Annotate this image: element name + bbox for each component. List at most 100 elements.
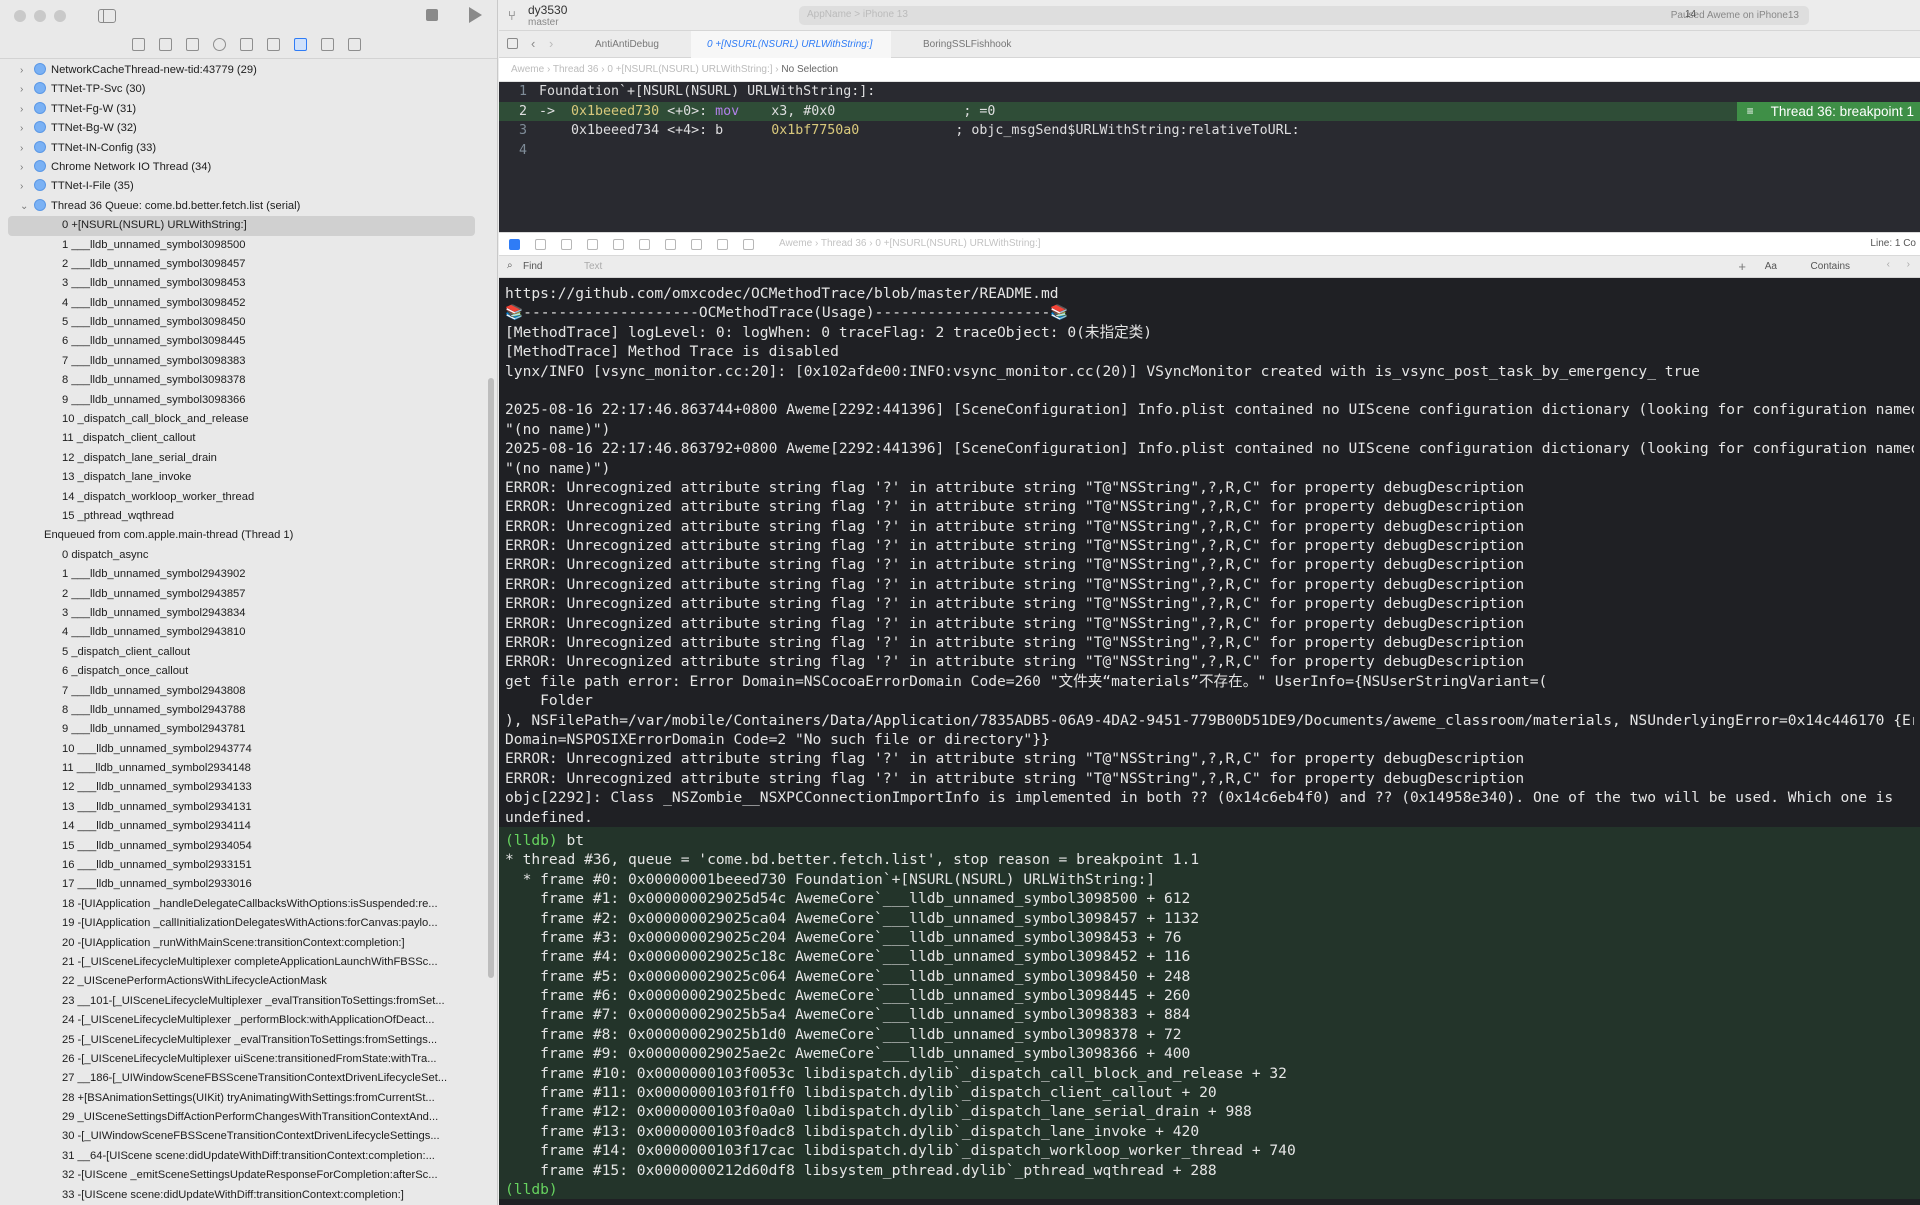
close-window-button[interactable]: [14, 9, 26, 22]
simulate-location-icon[interactable]: [743, 239, 754, 250]
jumpbar-app[interactable]: Aweme: [511, 64, 544, 75]
jumpbar-frame[interactable]: 0 +[NSURL(NSURL) URLWithString:]: [607, 64, 772, 75]
stack-frame-row[interactable]: 15 _pthread_wqthread: [0, 507, 497, 526]
jumpbar-thread[interactable]: Thread 36: [553, 64, 599, 75]
enqueued-frame-row[interactable]: 29 _UISceneSettingsDiffActionPerformChan…: [0, 1108, 497, 1127]
navigator-scrollbar[interactable]: [488, 378, 494, 978]
memory-graph-icon[interactable]: [691, 239, 702, 250]
enqueued-frame-row[interactable]: 10 ___lldb_unnamed_symbol2943774: [0, 740, 497, 759]
enqueued-frame-row[interactable]: 18 -[UIApplication _handleDelegateCallba…: [0, 895, 497, 914]
debug-navigator-icon[interactable]: [294, 38, 307, 51]
thread-row[interactable]: › TTNet-I-File (35): [0, 177, 497, 196]
enqueued-frame-row[interactable]: 8 ___lldb_unnamed_symbol2943788: [0, 701, 497, 720]
run-destination[interactable]: AppName > iPhone 13: [807, 9, 908, 20]
enqueued-frame-row[interactable]: 7 ___lldb_unnamed_symbol2943808: [0, 682, 497, 701]
stack-frame-row[interactable]: 9 ___lldb_unnamed_symbol3098366: [0, 391, 497, 410]
enqueued-frame-row[interactable]: 26 -[_UISceneLifecycleMultiplexer uiScen…: [0, 1050, 497, 1069]
thread-row[interactable]: › TTNet-IN-Config (33): [0, 139, 497, 158]
stack-frame-row[interactable]: 6 ___lldb_unnamed_symbol3098445: [0, 332, 497, 351]
disclosure-down-icon[interactable]: ⌄: [20, 197, 28, 216]
stop-icon[interactable]: [426, 9, 438, 21]
enqueued-frame-row[interactable]: 25 -[_UISceneLifecycleMultiplexer _evalT…: [0, 1031, 497, 1050]
enqueued-frame-row[interactable]: 2 ___lldb_unnamed_symbol2943857: [0, 585, 497, 604]
disclosure-right-icon[interactable]: ›: [20, 139, 28, 158]
breakpoint-annotation[interactable]: Thread 36: breakpoint 1: [1736, 101, 1920, 121]
stack-frame-row[interactable]: 5 ___lldb_unnamed_symbol3098450: [0, 313, 497, 332]
enqueued-frame-row[interactable]: 16 ___lldb_unnamed_symbol2933151: [0, 856, 497, 875]
stack-frame-row[interactable]: 12 _dispatch_lane_serial_drain: [0, 449, 497, 468]
continue-icon[interactable]: [561, 239, 572, 250]
environment-overrides-icon[interactable]: [717, 239, 728, 250]
stack-frame-row[interactable]: 1 ___lldb_unnamed_symbol3098500: [0, 236, 497, 255]
tab-boringsslfishhook[interactable]: BoringSSLFishhook: [907, 31, 1047, 58]
toggle-sidebar-icon[interactable]: [98, 8, 116, 23]
disclosure-right-icon[interactable]: ›: [20, 61, 28, 80]
match-case-button[interactable]: Aa: [1765, 261, 1777, 272]
scheme-name[interactable]: dy3530: [528, 3, 567, 17]
stack-frame-row[interactable]: 8 ___lldb_unnamed_symbol3098378: [0, 371, 497, 390]
toggle-console-icon[interactable]: [509, 239, 520, 250]
forward-arrow-icon[interactable]: ›: [549, 36, 553, 51]
enqueued-frame-row[interactable]: 31 __64-[UIScene scene:didUpdateWithDiff…: [0, 1147, 497, 1166]
bookmark-icon[interactable]: [186, 38, 199, 51]
jumpbar-selection[interactable]: No Selection: [781, 64, 838, 75]
thread-row[interactable]: › TTNet-Bg-W (32): [0, 119, 497, 138]
thread-row-current[interactable]: ⌄ Thread 36 Queue: come.bd.better.fetch.l…: [0, 197, 497, 216]
disclosure-right-icon[interactable]: ›: [20, 177, 28, 196]
disclosure-right-icon[interactable]: ›: [20, 80, 28, 99]
enqueued-frame-row[interactable]: 27 __186-[_UIWindowSceneFBSSceneTransiti…: [0, 1069, 497, 1088]
stack-frame-row[interactable]: 11 _dispatch_client_callout: [0, 429, 497, 448]
stack-frame-row-selected[interactable]: 0 +[NSURL(NSURL) URLWithString:]: [8, 216, 475, 236]
tab-urlwithstring[interactable]: 0 +[NSURL(NSURL) URLWithString:]: [691, 31, 891, 58]
step-out-icon[interactable]: [639, 239, 650, 250]
thread-row[interactable]: › NetworkCacheThread-new-tid:43779 (29): [0, 61, 497, 80]
test-icon[interactable]: [267, 38, 280, 51]
report-icon[interactable]: [348, 38, 361, 51]
enqueued-frame-row[interactable]: 14 ___lldb_unnamed_symbol2934114: [0, 817, 497, 836]
step-into-icon[interactable]: [613, 239, 624, 250]
enqueued-frame-row[interactable]: 9 ___lldb_unnamed_symbol2943781: [0, 720, 497, 739]
enqueued-frame-row[interactable]: 21 -[_UISceneLifecycleMultiplexer comple…: [0, 953, 497, 972]
enqueued-frame-row[interactable]: 19 -[UIApplication _callInitializationDe…: [0, 914, 497, 933]
thread-row[interactable]: › TTNet-Fg-W (31): [0, 100, 497, 119]
run-icon[interactable]: [469, 7, 482, 23]
stack-frame-row[interactable]: 14 _dispatch_workloop_worker_thread: [0, 488, 497, 507]
enqueued-frame-row[interactable]: 4 ___lldb_unnamed_symbol2943810: [0, 623, 497, 642]
enqueued-frame-row[interactable]: 15 ___lldb_unnamed_symbol2934054: [0, 837, 497, 856]
add-icon[interactable]: +: [1738, 259, 1746, 274]
enqueued-frame-row[interactable]: 0 dispatch_async: [0, 546, 497, 565]
debug-breadcrumb[interactable]: Aweme › Thread 36 › 0 +[NSURL(NSURL) URL…: [779, 238, 1041, 249]
step-over-icon[interactable]: [587, 239, 598, 250]
warning-count-badge[interactable]: 14: [1685, 9, 1696, 20]
back-arrow-icon[interactable]: ‹: [531, 36, 535, 51]
find-previous-icon[interactable]: ‹: [1887, 259, 1890, 270]
enqueued-frame-row[interactable]: 11 ___lldb_unnamed_symbol2934148: [0, 759, 497, 778]
enqueued-frame-row[interactable]: 32 -[UIScene _emitSceneSettingsUpdateRes…: [0, 1166, 497, 1185]
enqueued-frame-row[interactable]: 33 -[UIScene scene:didUpdateWithDiff:tra…: [0, 1186, 497, 1205]
find-mode-label[interactable]: Find: [523, 261, 542, 272]
disassembly-editor[interactable]: 1 Foundation`+[NSURL(NSURL) URLWithString…: [499, 82, 1920, 232]
stack-frame-row[interactable]: 7 ___lldb_unnamed_symbol3098383: [0, 352, 497, 371]
disclosure-right-icon[interactable]: ›: [20, 119, 28, 138]
stack-frame-row[interactable]: 4 ___lldb_unnamed_symbol3098452: [0, 294, 497, 313]
enqueued-frame-row[interactable]: 13 ___lldb_unnamed_symbol2934131: [0, 798, 497, 817]
enqueued-frame-row[interactable]: 12 ___lldb_unnamed_symbol2934133: [0, 778, 497, 797]
warning-icon[interactable]: [240, 38, 253, 51]
breakpoints-toggle-icon[interactable]: [535, 239, 546, 250]
stack-frame-row[interactable]: 13 _dispatch_lane_invoke: [0, 468, 497, 487]
stack-frame-row[interactable]: 3 ___lldb_unnamed_symbol3098453: [0, 274, 497, 293]
enqueued-frame-row[interactable]: 20 -[UIApplication _runWithMainScene:tra…: [0, 934, 497, 953]
find-input[interactable]: Text: [584, 261, 602, 272]
find-next-icon[interactable]: ›: [1907, 259, 1910, 270]
stack-frame-row[interactable]: 2 ___lldb_unnamed_symbol3098457: [0, 255, 497, 274]
enqueued-frame-row[interactable]: 5 _dispatch_client_callout: [0, 643, 497, 662]
folder-icon[interactable]: [132, 38, 145, 51]
match-mode-select[interactable]: Contains: [1811, 261, 1850, 272]
enqueued-frame-row[interactable]: 24 -[_UISceneLifecycleMultiplexer _perfo…: [0, 1011, 497, 1030]
enqueued-frame-row[interactable]: 17 ___lldb_unnamed_symbol2933016: [0, 875, 497, 894]
source-control-icon[interactable]: [159, 38, 172, 51]
stack-frame-row[interactable]: 10 _dispatch_call_block_and_release: [0, 410, 497, 429]
breakpoint-icon[interactable]: [321, 38, 334, 51]
minimize-window-button[interactable]: [34, 9, 46, 22]
enqueued-frame-row[interactable]: 6 _dispatch_once_callout: [0, 662, 497, 681]
